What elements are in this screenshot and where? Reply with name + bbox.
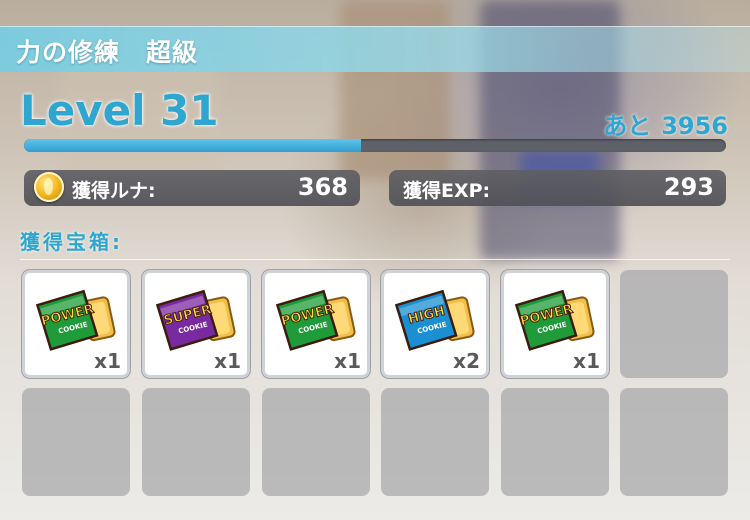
rewards-label: 獲得宝箱: <box>20 230 123 254</box>
empty-reward-slot <box>142 388 250 496</box>
reward-slot-super-cookie[interactable]: SUPER COOKIE x1 <box>142 270 250 378</box>
luna-value: 368 <box>297 173 348 201</box>
level-indicator: Level 31 <box>20 86 219 135</box>
reward-slot-power-cookie[interactable]: POWER COOKIE x1 <box>22 270 130 378</box>
reward-slot-power-cookie[interactable]: POWER COOKIE x1 <box>501 270 609 378</box>
exp-label: 獲得EXP: <box>403 180 491 202</box>
reward-quantity: x1 <box>334 349 361 373</box>
empty-reward-slot <box>22 388 130 496</box>
reward-slot-high-cookie[interactable]: HIGH COOKIE x2 <box>381 270 489 378</box>
luna-label: 獲得ルナ: <box>72 180 156 202</box>
exp-progress-bar <box>24 139 726 152</box>
screen-title: 力の修練 超級 <box>16 38 199 67</box>
exp-value: 293 <box>663 173 714 201</box>
exp-stat-panel: 獲得EXP: 293 <box>389 170 726 206</box>
high-cookie-icon: HIGHCOOKIE <box>394 289 475 351</box>
empty-reward-slot <box>620 388 728 496</box>
remaining-label: あと <box>603 112 652 140</box>
empty-reward-slot <box>381 388 489 496</box>
reward-quantity: x2 <box>453 349 480 373</box>
luna-stat-panel: 獲得ルナ: 368 <box>24 170 360 206</box>
power-cookie-icon: POWERCOOKIE <box>514 289 595 351</box>
power-cookie-icon: POWERCOOKIE <box>35 289 116 351</box>
empty-reward-slot <box>262 388 370 496</box>
reward-quantity: x1 <box>214 349 241 373</box>
reward-quantity: x1 <box>573 349 600 373</box>
super-cookie-icon: SUPERCOOKIE <box>155 289 236 351</box>
exp-progress-fill <box>24 139 361 152</box>
empty-reward-slot <box>620 270 728 378</box>
remaining-exp: あと 3956 <box>603 106 728 141</box>
title-bar: 力の修練 超級 <box>0 26 750 72</box>
reward-slot-power-cookie[interactable]: POWER COOKIE x1 <box>262 270 370 378</box>
remaining-value: 3956 <box>661 112 728 140</box>
reward-quantity: x1 <box>94 349 121 373</box>
luna-coin-icon <box>34 172 64 202</box>
empty-reward-slot <box>501 388 609 496</box>
power-cookie-icon: POWERCOOKIE <box>275 289 356 351</box>
divider <box>20 259 730 260</box>
